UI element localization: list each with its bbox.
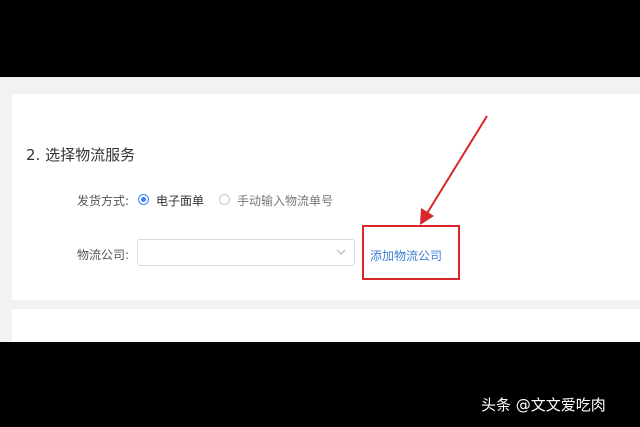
section-title: 2. 选择物流服务 bbox=[26, 146, 136, 164]
watermark-text: 头条 @文文爱吃肉 bbox=[481, 396, 606, 414]
radio-manual-tracking-label[interactable]: 手动输入物流单号 bbox=[237, 192, 333, 209]
radio-electronic-waybill[interactable] bbox=[138, 194, 149, 205]
logistics-company-select[interactable] bbox=[137, 239, 355, 266]
logistics-service-card: 2. 选择物流服务 发货方式: 电子面单 手动输入物流单号 物流公司: 添加物流… bbox=[12, 94, 640, 300]
logistics-company-label: 物流公司: bbox=[77, 248, 130, 262]
radio-manual-tracking[interactable] bbox=[219, 194, 230, 205]
next-section-card bbox=[12, 309, 640, 342]
shipping-method-label: 发货方式: bbox=[77, 194, 130, 208]
screen-area: 2. 选择物流服务 发货方式: 电子面单 手动输入物流单号 物流公司: 添加物流… bbox=[0, 77, 640, 342]
radio-electronic-waybill-label[interactable]: 电子面单 bbox=[156, 192, 204, 209]
annotation-highlight-box bbox=[362, 225, 460, 280]
chevron-down-icon bbox=[336, 249, 346, 255]
